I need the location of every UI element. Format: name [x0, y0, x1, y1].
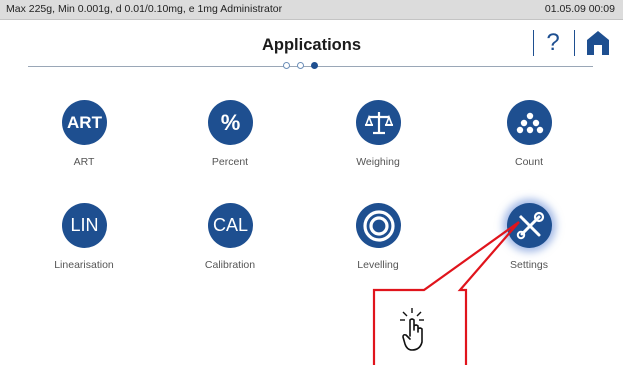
level-ring-icon [356, 203, 401, 248]
tap-hand-icon [400, 308, 424, 351]
date-time: 01.05.09 00:09 [544, 3, 615, 15]
app-label-calibration: Calibration [204, 259, 256, 271]
app-label-percent: Percent [211, 156, 249, 168]
page-dot-2 [297, 62, 304, 69]
app-label-levelling: Levelling [357, 259, 399, 271]
header-separator [533, 30, 534, 56]
app-weighing[interactable]: Weighing [328, 100, 428, 180]
page-indicator [283, 62, 335, 72]
page-dot-1 [283, 62, 290, 69]
app-percent[interactable]: % Percent [180, 100, 280, 180]
app-art[interactable]: ART ART [34, 100, 134, 180]
app-label-art: ART [73, 156, 95, 168]
help-button[interactable]: ? [540, 28, 566, 58]
scale-info-text: Max 225g, Min 0.001g, d 0.01/0.10mg, e 1… [6, 3, 283, 15]
app-levelling[interactable]: Levelling [328, 203, 428, 283]
status-bar: Max 225g, Min 0.001g, d 0.01/0.10mg, e 1… [0, 0, 623, 20]
percent-icon: % [208, 100, 253, 145]
lin-icon: LIN [62, 203, 107, 248]
header-separator [574, 30, 575, 56]
home-button[interactable] [586, 30, 610, 56]
app-settings[interactable]: Settings [479, 203, 579, 283]
app-linearisation[interactable]: LIN Linearisation [34, 203, 134, 283]
cal-icon: CAL [208, 203, 253, 248]
page-title: Applications [261, 36, 361, 54]
balance-scale-icon [356, 100, 401, 145]
home-icon [587, 31, 609, 55]
app-label-weighing: Weighing [356, 156, 400, 168]
app-calibration[interactable]: CAL Calibration [180, 203, 280, 283]
app-label-linearisation: Linearisation [54, 259, 114, 271]
app-label-count: Count [514, 156, 544, 168]
art-icon: ART [62, 100, 107, 145]
dots-icon [507, 100, 552, 145]
wrench-screwdriver-icon [507, 203, 552, 248]
app-label-settings: Settings [510, 259, 548, 271]
app-count[interactable]: Count [479, 100, 579, 180]
page-dot-3 [311, 62, 318, 69]
